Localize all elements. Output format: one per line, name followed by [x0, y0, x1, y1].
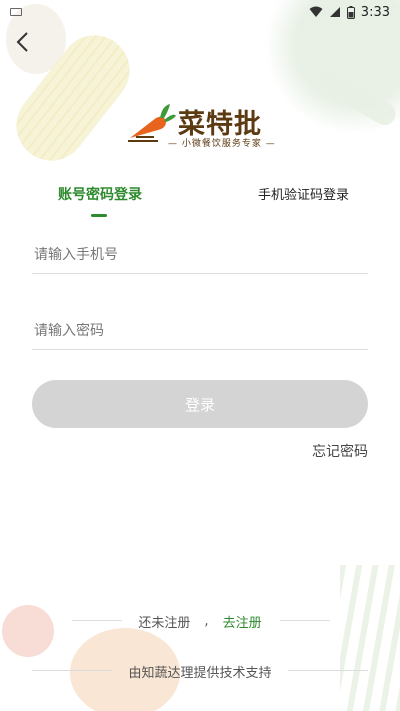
- register-row: 还未注册 , 去注册: [0, 612, 400, 631]
- phone-input[interactable]: [32, 236, 368, 274]
- back-button[interactable]: [8, 28, 36, 56]
- background-beans-image: [340, 565, 400, 711]
- register-link[interactable]: 去注册: [223, 612, 262, 631]
- signal-icon: [329, 7, 340, 17]
- password-input[interactable]: [32, 312, 368, 350]
- wifi-icon: [309, 6, 323, 17]
- keyboard-icon: [10, 8, 22, 16]
- tab-password-login[interactable]: 账号密码登录: [58, 184, 142, 204]
- powered-by-text: 由知蔬达理提供技术支持: [128, 666, 272, 681]
- chevron-left-icon: [16, 32, 28, 52]
- battery-icon: [346, 5, 355, 19]
- logo-subtitle: — 小微餐饮服务专家 —: [168, 139, 276, 149]
- status-bar: 3:33: [0, 0, 400, 24]
- app-logo: 菜特批 — 小微餐饮服务专家 —: [126, 102, 276, 154]
- register-prompt: 还未注册: [138, 616, 191, 631]
- status-icons: 3:33: [309, 5, 390, 20]
- tab-sms-login[interactable]: 手机验证码登录: [258, 184, 349, 203]
- forgot-password-link[interactable]: 忘记密码: [312, 441, 368, 461]
- login-button[interactable]: 登录: [32, 380, 368, 428]
- active-tab-indicator: [91, 214, 107, 217]
- register-separator: ,: [204, 614, 209, 629]
- status-time: 3:33: [360, 4, 390, 20]
